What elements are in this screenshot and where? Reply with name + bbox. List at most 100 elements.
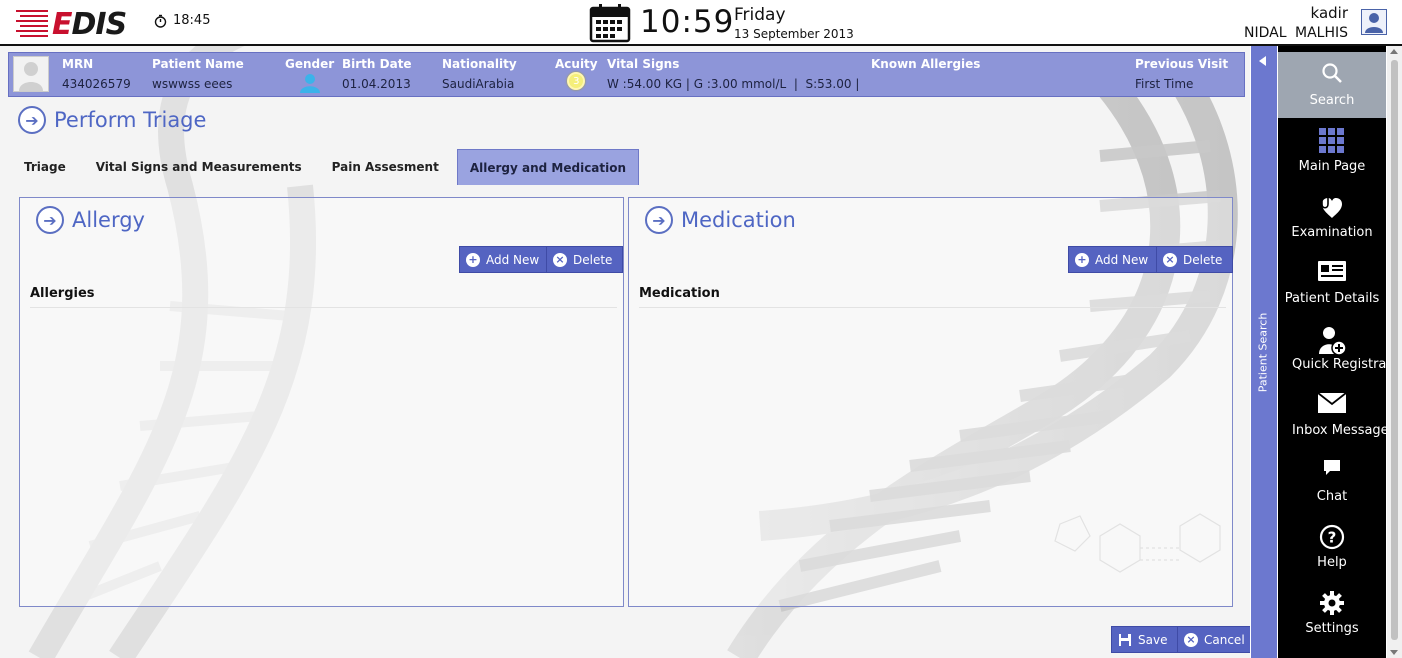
nav-main-page[interactable]: Main Page	[1278, 118, 1386, 184]
tab-pain-assessment[interactable]: Pain Assesment	[320, 149, 451, 185]
patient-banner: MRN 434026579 Patient Name wswwss eees G…	[8, 52, 1245, 97]
svg-text:?: ?	[1328, 529, 1337, 547]
grid-icon	[1319, 128, 1344, 153]
plus-circle-icon: +	[466, 252, 480, 267]
user-avatar[interactable]	[1361, 9, 1387, 35]
allergy-add-new-label: Add New	[486, 252, 540, 267]
cancel-button[interactable]: × Cancel	[1177, 626, 1250, 653]
edis-logo: EDIS	[14, 4, 127, 42]
known-allergies-field: Known Allergies	[871, 57, 980, 71]
nav-quick-registration-label: Quick Registration	[1292, 357, 1386, 372]
gear-icon	[1320, 591, 1344, 615]
nav-help-label: Help	[1317, 555, 1347, 570]
patient-search-strip[interactable]: Patient Search	[1251, 46, 1277, 658]
mrn-field: MRN 434026579	[62, 57, 131, 91]
nav-search-label: Search	[1309, 93, 1355, 108]
chat-icon	[1324, 460, 1340, 475]
nav-patient-details-label: Patient Details	[1284, 291, 1380, 306]
save-button[interactable]: Save	[1111, 626, 1179, 653]
medication-panel: ➔ Medication + Add New × Delete Medicati…	[628, 197, 1234, 607]
vital-signs-field: Vital Signs W :54.00 KG | G :3.00 mmol/L…	[607, 57, 859, 91]
gender-field: Gender	[285, 57, 334, 96]
id-card-icon	[1318, 261, 1346, 281]
previous-visit-label: Previous Visit	[1135, 57, 1229, 71]
patient-photo	[13, 56, 49, 92]
nav-search[interactable]: Search	[1278, 52, 1386, 118]
medication-panel-header: ➔ Medication	[645, 206, 796, 234]
main-content: MRN 434026579 Patient Name wswwss eees G…	[0, 46, 1250, 658]
plus-circle-icon: +	[1075, 252, 1089, 267]
search-icon	[1322, 63, 1342, 83]
logo-speed-lines-icon	[16, 10, 48, 37]
nav-main-page-label: Main Page	[1298, 159, 1366, 174]
scroll-up-arrow-icon[interactable]	[1390, 49, 1398, 54]
patient-name-label: Patient Name	[152, 57, 244, 71]
page-title-text: Perform Triage	[54, 108, 207, 132]
tab-allergy-medication[interactable]: Allergy and Medication	[456, 149, 640, 185]
nav-inbox-messages[interactable]: Inbox Messages	[1278, 382, 1386, 448]
collapse-arrow-icon[interactable]	[1259, 56, 1266, 66]
medication-add-new-label: Add New	[1095, 252, 1149, 267]
medication-delete-label: Delete	[1183, 252, 1223, 267]
acuity-field: Acuity 3	[555, 57, 598, 90]
triage-tabs: Triage Vital Signs and Measurements Pain…	[12, 149, 645, 185]
acuity-badge: 3	[567, 72, 586, 90]
medication-add-new-button[interactable]: + Add New	[1068, 246, 1160, 273]
nav-help[interactable]: ? Help	[1278, 514, 1386, 580]
birth-date-field: Birth Date 01.04.2013	[342, 57, 412, 91]
nav-inbox-messages-label: Inbox Messages	[1292, 423, 1386, 438]
nav-examination[interactable]: Examination	[1278, 184, 1386, 250]
nav-quick-registration[interactable]: Quick Registration	[1278, 316, 1386, 382]
patient-search-label: Patient Search	[1256, 312, 1270, 393]
allergy-title: Allergy	[72, 208, 145, 232]
help-icon: ?	[1319, 524, 1345, 550]
known-allergies-label: Known Allergies	[871, 57, 981, 71]
save-label: Save	[1138, 632, 1168, 647]
nav-chat[interactable]: Chat	[1278, 448, 1386, 514]
right-navigation: Search Main Page Examination Patient Det…	[1278, 46, 1386, 658]
allergy-delete-button[interactable]: × Delete	[546, 246, 624, 273]
birth-date-label: Birth Date	[342, 57, 412, 71]
calendar-icon	[589, 4, 631, 43]
stethoscope-icon	[1321, 196, 1342, 218]
page-scrollbar[interactable]	[1387, 46, 1402, 658]
tab-vital-signs[interactable]: Vital Signs and Measurements	[84, 149, 314, 185]
nav-settings-label: Settings	[1305, 621, 1359, 636]
birth-date-value: 01.04.2013	[342, 77, 411, 91]
user-full-name: NIDAL MALHIS	[1244, 25, 1348, 41]
day-label: Friday	[734, 5, 786, 25]
male-gender-icon	[299, 74, 320, 93]
allergy-add-new-button[interactable]: + Add New	[459, 246, 551, 273]
date-label: 13 September 2013	[734, 27, 854, 41]
scroll-thumb[interactable]	[1391, 60, 1398, 640]
patient-name-field: Patient Name wswwss eees	[152, 57, 244, 91]
gender-label: Gender	[285, 57, 335, 71]
nav-chat-label: Chat	[1316, 489, 1348, 504]
arrow-right-circle-icon: ➔	[645, 206, 673, 234]
nationality-value: SaudiArabia	[442, 77, 515, 91]
nationality-label: Nationality	[442, 57, 517, 71]
nationality-field: Nationality SaudiArabia	[442, 57, 517, 91]
acuity-label: Acuity	[555, 57, 598, 71]
nav-settings[interactable]: Settings	[1278, 580, 1386, 646]
page-title: ➔ Perform Triage	[18, 106, 206, 134]
stopwatch: 18:45	[154, 13, 210, 28]
cancel-label: Cancel	[1204, 632, 1245, 647]
mrn-label: MRN	[62, 57, 94, 71]
logo-text: EDIS	[52, 7, 127, 42]
scroll-down-arrow-icon[interactable]	[1390, 650, 1398, 655]
arrow-right-circle-icon: ➔	[18, 106, 46, 134]
allergy-panel: ➔ Allergy + Add New × Delete Allergies	[19, 197, 624, 607]
medication-list-header: Medication	[639, 286, 1226, 308]
arrow-right-circle-icon: ➔	[36, 206, 64, 234]
medication-title: Medication	[681, 208, 796, 232]
user-icon	[1365, 13, 1383, 33]
top-header: EDIS 18:45 10:59 Friday 13 September 201…	[0, 0, 1402, 46]
clock: 10:59	[640, 4, 735, 40]
vital-signs-label: Vital Signs	[607, 57, 680, 71]
close-circle-icon: ×	[1163, 252, 1177, 267]
patient-photo-placeholder-icon	[19, 62, 43, 91]
tab-triage[interactable]: Triage	[12, 149, 78, 185]
medication-delete-button[interactable]: × Delete	[1156, 246, 1234, 273]
nav-patient-details[interactable]: Patient Details	[1278, 250, 1386, 316]
